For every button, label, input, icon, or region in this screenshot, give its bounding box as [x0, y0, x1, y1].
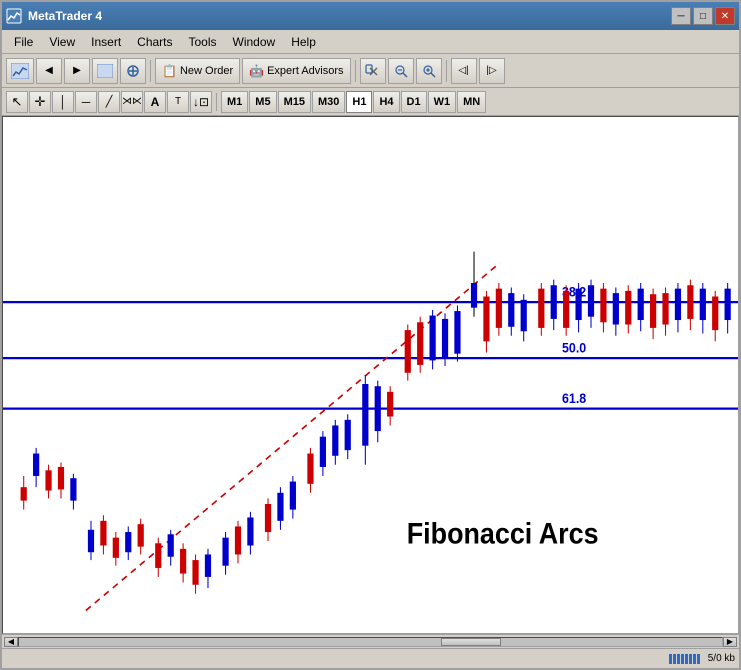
sep4	[216, 93, 217, 111]
svg-text:50.0: 50.0	[562, 340, 586, 356]
crosshair-tool[interactable]: ✛	[29, 91, 51, 113]
svg-text:38.2: 38.2	[562, 284, 586, 300]
menu-file[interactable]: File	[6, 33, 41, 51]
vertical-line-tool[interactable]: │	[52, 91, 74, 113]
trend-line-tool[interactable]: ╱	[98, 91, 120, 113]
chart-svg: 38.2 50.0 61.8	[3, 117, 738, 633]
zoom-in2-button[interactable]	[360, 58, 386, 84]
scroll-left-btn[interactable]: ◀	[4, 637, 18, 647]
dot4	[681, 654, 684, 664]
chart-scroll-right[interactable]: |▷	[479, 58, 505, 84]
dot5	[685, 654, 688, 664]
drawing-toolbar: ↖ ✛ │ ─ ╱ ⋊⋉ A T ↓⊡ M1 M5 M15 M30 H1 H4 …	[2, 88, 739, 116]
arrow-right-button[interactable]: ▶	[64, 58, 90, 84]
main-toolbar: ◀ ▶ 📋 New Order 🤖 Expert Advisors ◁| |▷	[2, 54, 739, 88]
tf-mn[interactable]: MN	[457, 91, 486, 113]
chart-area[interactable]: 38.2 50.0 61.8	[2, 116, 739, 634]
tf-w1[interactable]: W1	[428, 91, 457, 113]
arrow-draw-tool[interactable]: ↓⊡	[190, 91, 212, 113]
connection-indicator	[669, 654, 700, 664]
svg-text:61.8: 61.8	[562, 391, 586, 407]
tf-m1[interactable]: M1	[221, 91, 248, 113]
scrollbar-thumb[interactable]	[441, 638, 501, 646]
dot2	[673, 654, 676, 664]
arrow-left-button[interactable]: ◀	[36, 58, 62, 84]
zoom-out2-button[interactable]	[388, 58, 414, 84]
maximize-button[interactable]: □	[693, 7, 713, 25]
dot8	[697, 654, 700, 664]
status-kb: 5/0 kb	[708, 653, 735, 664]
status-bar: 5/0 kb	[2, 648, 739, 668]
tf-m5[interactable]: M5	[249, 91, 276, 113]
dot7	[693, 654, 696, 664]
main-window: MetaTrader 4 ─ □ ✕ File View Insert Char…	[0, 0, 741, 670]
tf-h1[interactable]: H1	[346, 91, 372, 113]
title-bar: MetaTrader 4 ─ □ ✕	[2, 2, 739, 30]
chart-scroll-left[interactable]: ◁|	[451, 58, 477, 84]
horizontal-line-tool[interactable]: ─	[75, 91, 97, 113]
dot6	[689, 654, 692, 664]
sep2	[355, 60, 356, 82]
minimize-button[interactable]: ─	[671, 7, 691, 25]
new-chart-button[interactable]	[6, 58, 34, 84]
h-scrollbar[interactable]: ◀ ▶	[2, 634, 739, 648]
tf-m30[interactable]: M30	[312, 91, 345, 113]
menu-window[interactable]: Window	[225, 33, 284, 51]
text-tool[interactable]: A	[144, 91, 166, 113]
scroll-right-btn[interactable]: ▶	[723, 637, 737, 647]
dot3	[677, 654, 680, 664]
textbox-tool[interactable]: T	[167, 91, 189, 113]
tf-h4[interactable]: H4	[373, 91, 399, 113]
sep1	[150, 60, 151, 82]
svg-text:Fibonacci Arcs: Fibonacci Arcs	[407, 517, 599, 549]
new-order-icon: 📋	[162, 64, 177, 78]
window-controls: ─ □ ✕	[671, 7, 735, 25]
expert-advisors-button[interactable]: 🤖 Expert Advisors	[242, 58, 350, 84]
gann-tool[interactable]: ⋊⋉	[121, 91, 143, 113]
window-title: MetaTrader 4	[28, 9, 671, 23]
expert-advisors-label: Expert Advisors	[267, 65, 343, 77]
new-order-button[interactable]: 📋 New Order	[155, 58, 240, 84]
menu-charts[interactable]: Charts	[129, 33, 180, 51]
app-icon	[6, 8, 22, 24]
menu-view[interactable]: View	[41, 33, 83, 51]
zoom-in3-button[interactable]	[416, 58, 442, 84]
tf-m15[interactable]: M15	[278, 91, 311, 113]
menu-tools[interactable]: Tools	[181, 33, 225, 51]
zoom-out-button[interactable]	[92, 58, 118, 84]
new-order-label: New Order	[180, 65, 233, 77]
cursor-tool[interactable]: ↖	[6, 91, 28, 113]
sep3	[446, 60, 447, 82]
menu-help[interactable]: Help	[283, 33, 324, 51]
menu-bar: File View Insert Charts Tools Window Hel…	[2, 30, 739, 54]
dot1	[669, 654, 672, 664]
expert-advisors-icon: 🤖	[249, 64, 264, 78]
scrollbar-track[interactable]	[18, 637, 723, 647]
close-button[interactable]: ✕	[715, 7, 735, 25]
status-right: 5/0 kb	[669, 653, 735, 664]
properties-button[interactable]	[120, 58, 146, 84]
menu-insert[interactable]: Insert	[83, 33, 129, 51]
tf-d1[interactable]: D1	[401, 91, 427, 113]
